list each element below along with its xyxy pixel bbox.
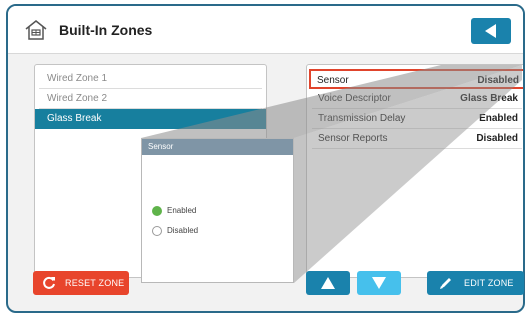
- arrow-up-icon: [321, 277, 335, 289]
- zone-item-wired-zone-1[interactable]: Wired Zone 1: [39, 69, 262, 89]
- back-arrow-icon: [485, 24, 496, 38]
- arrow-down-icon: [372, 277, 386, 289]
- move-up-button[interactable]: [306, 271, 350, 295]
- radio-selected-icon: [152, 206, 162, 216]
- property-value: Disabled: [476, 133, 518, 144]
- property-label: Sensor Reports: [318, 133, 388, 144]
- property-value: Enabled: [479, 113, 518, 124]
- radio-option-enabled[interactable]: Enabled: [152, 206, 196, 216]
- property-value: Glass Break: [460, 93, 518, 104]
- reset-zone-label: RESET ZONE: [65, 278, 125, 288]
- property-row-transmission-delay[interactable]: Transmission Delay Enabled: [312, 109, 522, 129]
- back-button[interactable]: [471, 18, 511, 44]
- property-label: Voice Descriptor: [318, 93, 391, 104]
- popup-title: Sensor: [142, 139, 293, 155]
- property-value: Disabled: [477, 75, 519, 86]
- edit-zone-label: EDIT ZONE: [464, 278, 514, 288]
- property-row-sensor-reports[interactable]: Sensor Reports Disabled: [312, 129, 522, 149]
- radio-unselected-icon: [152, 226, 162, 236]
- page-title: Built-In Zones: [59, 22, 153, 38]
- reset-icon: [43, 276, 55, 289]
- property-row-sensor[interactable]: Sensor Disabled: [309, 69, 523, 89]
- sensor-options-popup: Sensor Enabled Disabled: [141, 138, 294, 283]
- edit-zone-button[interactable]: EDIT ZONE: [427, 271, 524, 295]
- zone-properties-list: Sensor Disabled Voice Descriptor Glass B…: [306, 64, 523, 278]
- property-label: Sensor: [317, 75, 349, 86]
- zone-item-glass-break[interactable]: Glass Break: [35, 109, 266, 129]
- radio-option-disabled[interactable]: Disabled: [152, 226, 198, 236]
- move-down-button[interactable]: [357, 271, 401, 295]
- pencil-icon: [440, 278, 451, 289]
- radio-label: Enabled: [167, 206, 197, 216]
- property-label: Transmission Delay: [318, 113, 406, 124]
- header-bar: Built-In Zones: [8, 6, 523, 54]
- reset-zone-button[interactable]: RESET ZONE: [33, 271, 129, 295]
- home-icon[interactable]: [24, 18, 48, 42]
- zone-item-wired-zone-2[interactable]: Wired Zone 2: [39, 89, 262, 109]
- property-row-voice-descriptor[interactable]: Voice Descriptor Glass Break: [312, 89, 522, 109]
- radio-label: Disabled: [167, 226, 199, 236]
